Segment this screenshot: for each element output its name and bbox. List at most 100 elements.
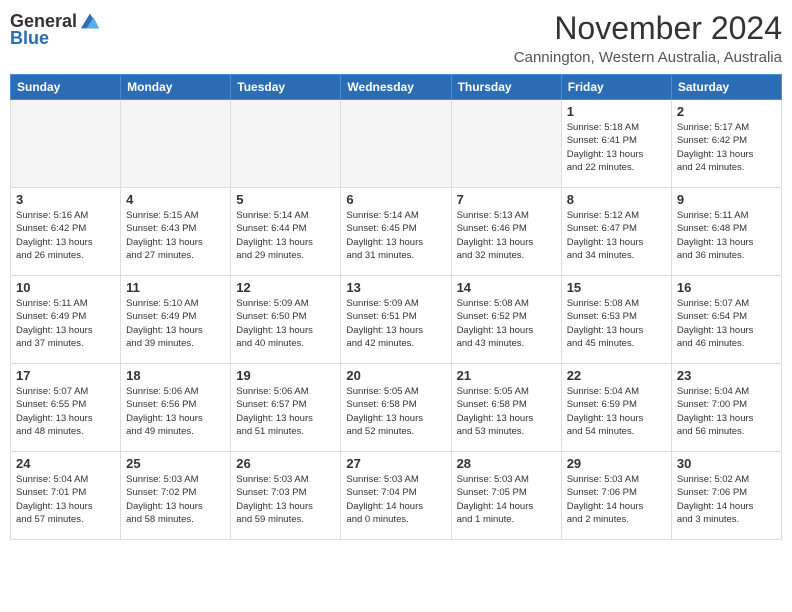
day-info: Sunrise: 5:09 AM Sunset: 6:50 PM Dayligh… [236,297,335,350]
day-number: 14 [457,280,556,295]
weekday-header-thursday: Thursday [451,75,561,100]
weekday-header-sunday: Sunday [11,75,121,100]
day-info: Sunrise: 5:04 AM Sunset: 7:00 PM Dayligh… [677,385,776,438]
day-number: 15 [567,280,666,295]
day-number: 9 [677,192,776,207]
calendar-cell: 25Sunrise: 5:03 AM Sunset: 7:02 PM Dayli… [121,452,231,540]
day-number: 26 [236,456,335,471]
calendar-cell: 13 Sunrise: 5:09 AM Sunset: 6:51 PM Dayli… [341,276,451,364]
calendar-week-row: 24 Sunrise: 5:04 AM Sunset: 7:01 PM Dayli… [11,452,782,540]
calendar-cell: 3 Sunrise: 5:16 AM Sunset: 6:42 PM Daylig… [11,188,121,276]
page: General Blue November 2024 Cannington, W… [0,0,792,612]
calendar-cell [121,100,231,188]
day-info: Sunrise: 5:09 AM Sunset: 6:51 PM Dayligh… [346,297,445,350]
calendar-cell: 8Sunrise: 5:12 AM Sunset: 6:47 PM Daylig… [561,188,671,276]
day-number: 19 [236,368,335,383]
calendar-cell: 22 Sunrise: 5:04 AM Sunset: 6:59 PM Dayli… [561,364,671,452]
day-number: 20 [346,368,445,383]
calendar-cell: 19 Sunrise: 5:06 AM Sunset: 6:57 PM Dayli… [231,364,341,452]
calendar-table: SundayMondayTuesdayWednesdayThursdayFrid… [10,74,782,540]
calendar-cell: 10 Sunrise: 5:11 AM Sunset: 6:49 PM Dayli… [11,276,121,364]
day-number: 13 [346,280,445,295]
calendar-cell [231,100,341,188]
day-number: 12 [236,280,335,295]
calendar-cell: 21Sunrise: 5:05 AM Sunset: 6:58 PM Dayli… [451,364,561,452]
calendar-week-row: 1 Sunrise: 5:18 AM Sunset: 6:41 PM Daylig… [11,100,782,188]
calendar-week-row: 10 Sunrise: 5:11 AM Sunset: 6:49 PM Dayli… [11,276,782,364]
calendar-cell: 28Sunrise: 5:03 AM Sunset: 7:05 PM Dayli… [451,452,561,540]
calendar-cell: 16 Sunrise: 5:07 AM Sunset: 6:54 PM Dayli… [671,276,781,364]
day-info: Sunrise: 5:16 AM Sunset: 6:42 PM Dayligh… [16,209,115,262]
day-number: 27 [346,456,445,471]
day-info: Sunrise: 5:04 AM Sunset: 7:01 PM Dayligh… [16,473,115,526]
calendar-cell: 17 Sunrise: 5:07 AM Sunset: 6:55 PM Dayli… [11,364,121,452]
calendar-cell: 4Sunrise: 5:15 AM Sunset: 6:43 PM Daylig… [121,188,231,276]
calendar-cell: 11Sunrise: 5:10 AM Sunset: 6:49 PM Dayli… [121,276,231,364]
day-info: Sunrise: 5:05 AM Sunset: 6:58 PM Dayligh… [457,385,556,438]
day-number: 11 [126,280,225,295]
day-info: Sunrise: 5:03 AM Sunset: 7:02 PM Dayligh… [126,473,225,526]
calendar-cell: 29 Sunrise: 5:03 AM Sunset: 7:06 PM Dayli… [561,452,671,540]
day-info: Sunrise: 5:07 AM Sunset: 6:54 PM Dayligh… [677,297,776,350]
day-number: 3 [16,192,115,207]
logo-icon [79,10,101,32]
day-info: Sunrise: 5:11 AM Sunset: 6:48 PM Dayligh… [677,209,776,262]
location-title: Cannington, Western Australia, Australia [514,49,782,66]
day-info: Sunrise: 5:15 AM Sunset: 6:43 PM Dayligh… [126,209,225,262]
day-number: 10 [16,280,115,295]
day-info: Sunrise: 5:04 AM Sunset: 6:59 PM Dayligh… [567,385,666,438]
day-number: 29 [567,456,666,471]
calendar-cell: 30 Sunrise: 5:02 AM Sunset: 7:06 PM Dayli… [671,452,781,540]
day-number: 22 [567,368,666,383]
day-number: 5 [236,192,335,207]
weekday-header-monday: Monday [121,75,231,100]
day-number: 23 [677,368,776,383]
day-info: Sunrise: 5:03 AM Sunset: 7:06 PM Dayligh… [567,473,666,526]
logo-blue-text: Blue [10,28,49,49]
day-number: 30 [677,456,776,471]
weekday-header-tuesday: Tuesday [231,75,341,100]
month-title: November 2024 [514,10,782,47]
day-info: Sunrise: 5:14 AM Sunset: 6:44 PM Dayligh… [236,209,335,262]
calendar-header-row: SundayMondayTuesdayWednesdayThursdayFrid… [11,75,782,100]
page-header: General Blue November 2024 Cannington, W… [10,10,782,66]
calendar-cell: 23 Sunrise: 5:04 AM Sunset: 7:00 PM Dayli… [671,364,781,452]
day-info: Sunrise: 5:13 AM Sunset: 6:46 PM Dayligh… [457,209,556,262]
calendar-cell [451,100,561,188]
day-number: 17 [16,368,115,383]
calendar-cell: 20 Sunrise: 5:05 AM Sunset: 6:58 PM Dayli… [341,364,451,452]
day-info: Sunrise: 5:17 AM Sunset: 6:42 PM Dayligh… [677,121,776,174]
day-number: 28 [457,456,556,471]
calendar-cell: 7 Sunrise: 5:13 AM Sunset: 6:46 PM Daylig… [451,188,561,276]
day-info: Sunrise: 5:07 AM Sunset: 6:55 PM Dayligh… [16,385,115,438]
calendar-cell: 18Sunrise: 5:06 AM Sunset: 6:56 PM Dayli… [121,364,231,452]
day-info: Sunrise: 5:02 AM Sunset: 7:06 PM Dayligh… [677,473,776,526]
day-info: Sunrise: 5:18 AM Sunset: 6:41 PM Dayligh… [567,121,666,174]
day-number: 16 [677,280,776,295]
calendar-cell: 2 Sunrise: 5:17 AM Sunset: 6:42 PM Daylig… [671,100,781,188]
day-info: Sunrise: 5:11 AM Sunset: 6:49 PM Dayligh… [16,297,115,350]
day-number: 1 [567,104,666,119]
day-number: 18 [126,368,225,383]
calendar-cell: 6Sunrise: 5:14 AM Sunset: 6:45 PM Daylig… [341,188,451,276]
title-block: November 2024 Cannington, Western Austra… [514,10,782,66]
day-number: 2 [677,104,776,119]
calendar-cell [341,100,451,188]
calendar-cell: 14Sunrise: 5:08 AM Sunset: 6:52 PM Dayli… [451,276,561,364]
calendar-cell [11,100,121,188]
calendar-cell: 9 Sunrise: 5:11 AM Sunset: 6:48 PM Daylig… [671,188,781,276]
day-number: 24 [16,456,115,471]
day-number: 7 [457,192,556,207]
weekday-header-friday: Friday [561,75,671,100]
weekday-header-wednesday: Wednesday [341,75,451,100]
day-info: Sunrise: 5:06 AM Sunset: 6:57 PM Dayligh… [236,385,335,438]
day-info: Sunrise: 5:14 AM Sunset: 6:45 PM Dayligh… [346,209,445,262]
calendar-week-row: 3 Sunrise: 5:16 AM Sunset: 6:42 PM Daylig… [11,188,782,276]
day-info: Sunrise: 5:03 AM Sunset: 7:04 PM Dayligh… [346,473,445,526]
calendar-cell: 27 Sunrise: 5:03 AM Sunset: 7:04 PM Dayli… [341,452,451,540]
calendar-cell: 24 Sunrise: 5:04 AM Sunset: 7:01 PM Dayli… [11,452,121,540]
day-info: Sunrise: 5:12 AM Sunset: 6:47 PM Dayligh… [567,209,666,262]
day-info: Sunrise: 5:05 AM Sunset: 6:58 PM Dayligh… [346,385,445,438]
logo: General Blue [10,10,101,49]
day-info: Sunrise: 5:08 AM Sunset: 6:53 PM Dayligh… [567,297,666,350]
